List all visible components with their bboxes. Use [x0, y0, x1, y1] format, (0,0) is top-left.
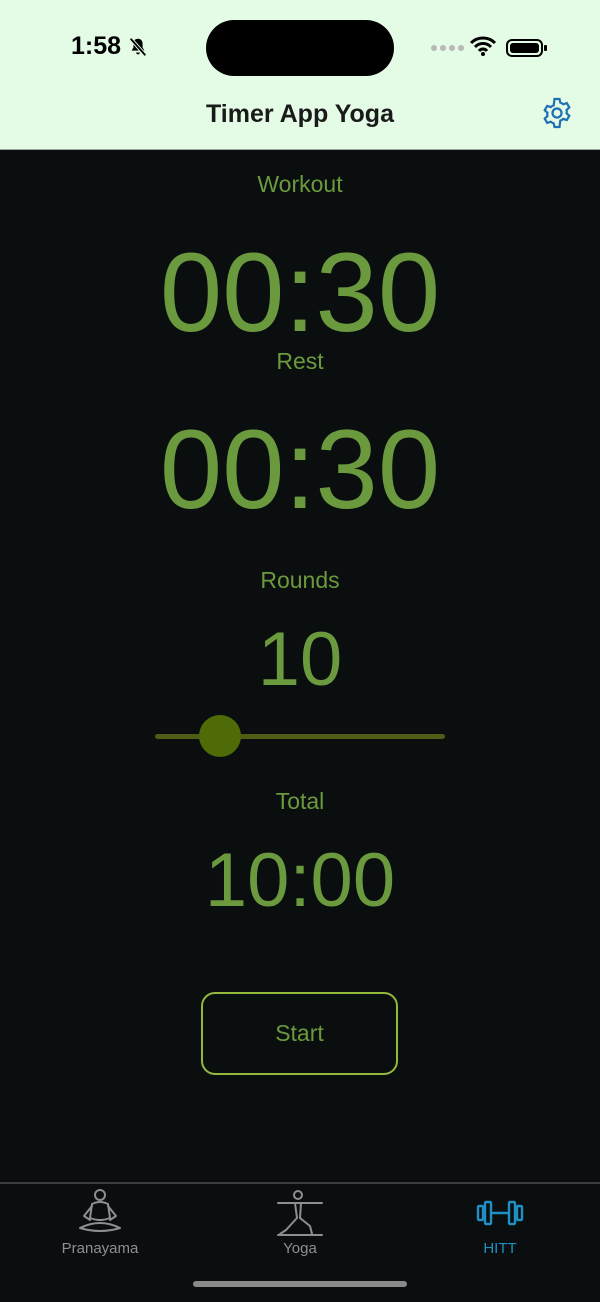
tab-hitt-label: HITT — [483, 1240, 517, 1257]
workout-label: Workout — [257, 171, 343, 197]
rest-label: Rest — [276, 348, 324, 374]
total-label: Total — [275, 788, 325, 814]
header: 1:58 Timer App Yoga — [0, 0, 600, 150]
tab-hitt[interactable]: HITT — [400, 1184, 600, 1264]
total-time-value: 10:00 — [204, 838, 396, 923]
wifi-icon — [470, 36, 496, 56]
signal-dots-icon — [431, 45, 464, 51]
start-button-label: Start — [275, 1020, 324, 1046]
tab-pranayama-label: Pranayama — [61, 1240, 139, 1257]
tab-pranayama[interactable]: Pranayama — [0, 1184, 200, 1264]
tab-yoga[interactable]: Yoga — [200, 1184, 400, 1264]
start-button[interactable]: Start — [201, 992, 398, 1075]
dynamic-island — [206, 20, 394, 76]
tab-yoga-label: Yoga — [283, 1240, 317, 1257]
gear-icon[interactable] — [540, 96, 574, 130]
rounds-slider-thumb[interactable] — [199, 715, 241, 757]
home-indicator — [193, 1281, 407, 1287]
workout-time-value[interactable]: 00:30 — [0, 237, 600, 349]
dumbbell-icon — [476, 1200, 524, 1226]
page-title: Timer App Yoga — [205, 100, 394, 128]
battery-icon — [506, 39, 547, 57]
yoga-pose-icon — [277, 1190, 323, 1236]
rest-time-value[interactable]: 00:30 — [0, 414, 600, 526]
bell-slash-icon — [129, 37, 147, 57]
rounds-value: 10 — [257, 617, 343, 702]
meditation-icon — [79, 1189, 121, 1232]
rounds-label: Rounds — [260, 567, 340, 593]
status-time: 1:58 — [71, 32, 122, 60]
